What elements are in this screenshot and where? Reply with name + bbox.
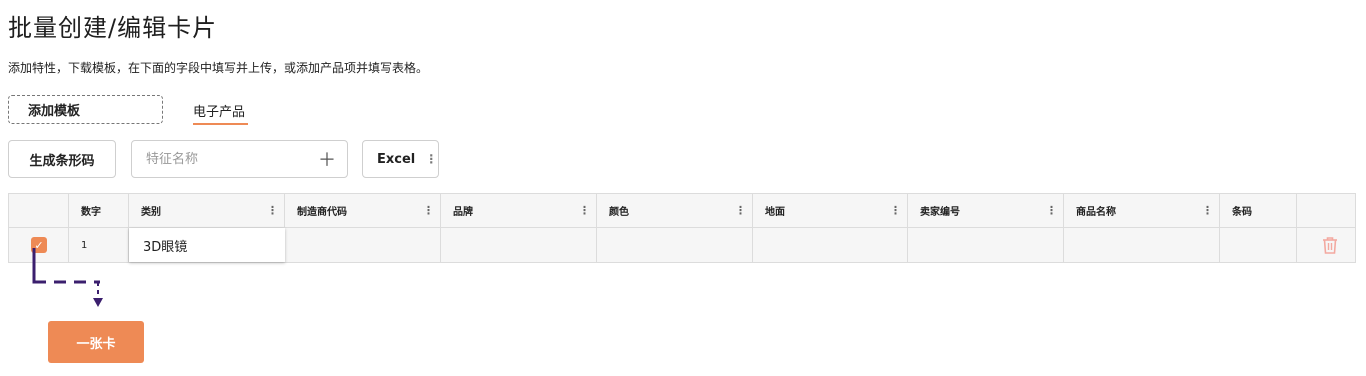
header-seller-number[interactable]: 卖家编号 ⋮ <box>908 194 1064 227</box>
page-title: 批量创建/编辑卡片 <box>8 14 218 42</box>
cell-product-name[interactable] <box>1064 228 1220 262</box>
active-tab-indicator <box>193 123 248 125</box>
header-actions-cell <box>1297 194 1357 227</box>
callout-connector <box>32 248 103 307</box>
header-number: 数字 <box>69 194 129 227</box>
kebab-menu-icon[interactable]: ⋮ <box>1202 204 1213 217</box>
cell-color[interactable] <box>597 228 753 262</box>
plus-icon[interactable]: ＋ <box>318 146 336 172</box>
trash-icon[interactable] <box>1321 235 1339 255</box>
arrow-down-icon <box>93 298 103 307</box>
cell-barcode[interactable] <box>1220 228 1297 262</box>
header-select-cell <box>9 194 69 227</box>
cell-category[interactable]: 3D眼镜 <box>129 228 285 262</box>
add-template-button[interactable]: 添加模板 <box>8 95 163 124</box>
kebab-menu-icon[interactable]: ⋮ <box>579 204 590 217</box>
header-manufacturer-code[interactable]: 制造商代码 ⋮ <box>285 194 441 227</box>
product-table: 数字 类别 ⋮ 制造商代码 ⋮ 品牌 ⋮ 颜色 ⋮ 地面 ⋮ 卖家编号 ⋮ 商品名称 ⋮ 条码… <box>8 193 1356 263</box>
single-card-button[interactable]: 一张卡 <box>48 321 144 363</box>
cell-actions <box>1297 228 1357 262</box>
cell-ground[interactable] <box>753 228 908 262</box>
generate-barcode-button[interactable]: 生成条形码 <box>8 140 116 178</box>
kebab-menu-icon[interactable]: ⋮ <box>735 204 746 217</box>
header-ground[interactable]: 地面 ⋮ <box>753 194 908 227</box>
header-label: 数字 <box>81 207 101 218</box>
header-label: 类别 <box>141 207 161 218</box>
kebab-menu-icon[interactable]: ⋮ <box>1046 204 1057 217</box>
header-barcode[interactable]: 条码 <box>1220 194 1297 227</box>
header-label: 卖家编号 <box>920 207 960 218</box>
header-label: 制造商代码 <box>297 207 347 218</box>
header-label: 品牌 <box>453 207 473 218</box>
tab-electronics[interactable]: 电子产品 <box>193 101 245 120</box>
kebab-menu-icon[interactable]: ⋮ <box>267 204 278 217</box>
header-label: 地面 <box>765 207 785 218</box>
header-label: 颜色 <box>609 207 629 218</box>
table-row: ✓ 1 3D眼镜 <box>9 228 1355 262</box>
header-color[interactable]: 颜色 ⋮ <box>597 194 753 227</box>
page-description: 添加特性，下载模板，在下面的字段中填写并上传，或添加产品项并填写表格。 <box>8 61 429 75</box>
header-category[interactable]: 类别 ⋮ <box>129 194 285 227</box>
feature-name-field: ＋ <box>131 140 348 178</box>
header-product-name[interactable]: 商品名称 ⋮ <box>1064 194 1220 227</box>
excel-label: Excel <box>377 151 416 167</box>
cell-brand[interactable] <box>441 228 597 262</box>
cell-manufacturer-code[interactable] <box>285 228 441 262</box>
kebab-menu-icon[interactable]: ⋮ <box>890 204 901 217</box>
feature-name-input[interactable] <box>144 150 318 168</box>
header-label: 商品名称 <box>1076 207 1116 218</box>
excel-button[interactable]: Excel ⋮ <box>362 140 439 178</box>
kebab-menu-icon: ⋮ <box>425 152 438 166</box>
kebab-menu-icon[interactable]: ⋮ <box>423 204 434 217</box>
cell-seller-number[interactable] <box>908 228 1064 262</box>
table-header-row: 数字 类别 ⋮ 制造商代码 ⋮ 品牌 ⋮ 颜色 ⋮ 地面 ⋮ 卖家编号 ⋮ 商品名称 ⋮ 条码 <box>9 194 1355 228</box>
header-brand[interactable]: 品牌 ⋮ <box>441 194 597 227</box>
header-label: 条码 <box>1232 207 1252 218</box>
